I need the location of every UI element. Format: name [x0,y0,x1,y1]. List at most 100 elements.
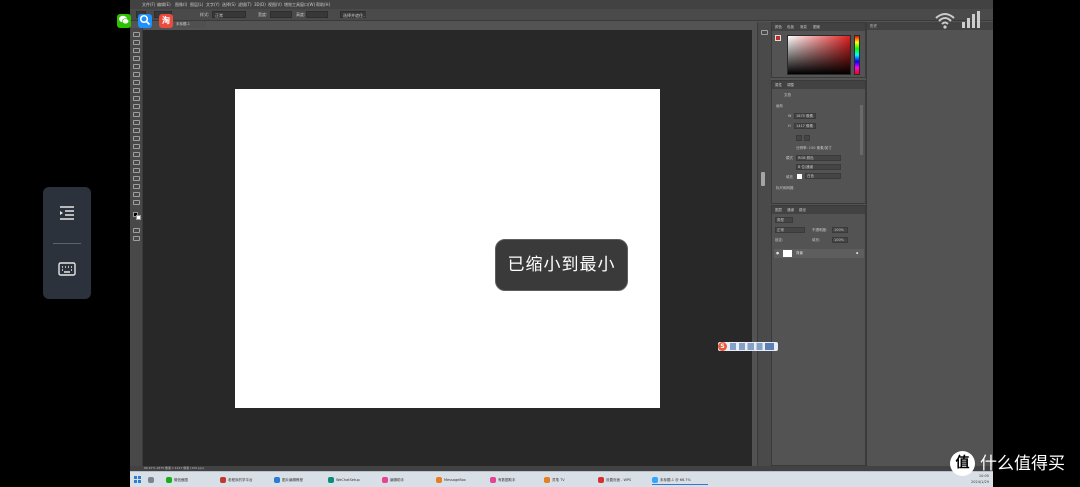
menu-plugins[interactable]: 增效工具 [284,2,300,8]
menu-3d[interactable]: 3D(D) [254,2,266,7]
taskbar-item[interactable]: 微信截图 [166,475,216,485]
background-color-swatch[interactable] [136,215,141,220]
tab-history[interactable]: 历史 [870,24,877,29]
properties-scrollbar[interactable] [860,105,863,155]
remote-side-panel [43,187,91,299]
canvas-height-field[interactable]: 1417 像素 [794,123,816,129]
tab-swatches[interactable]: 色板 [787,25,794,30]
menu-edit[interactable]: 编辑(E) [157,2,171,8]
taskbar-item[interactable]: MessageBox [436,475,488,485]
type-tool-icon[interactable] [133,160,140,165]
fill-input[interactable]: 100% [832,237,848,243]
hue-slider[interactable] [854,35,860,75]
opacity-input[interactable]: 100% [832,227,848,233]
blend-mode-select[interactable]: 正常 [775,227,805,233]
tab-layers[interactable]: 图层 [775,208,782,213]
share-icon[interactable] [366,11,373,18]
taskbar-item[interactable]: 有数据助手 [490,475,542,485]
fill-select[interactable]: 白色 [805,173,841,179]
lasso-tool-icon[interactable] [133,48,140,53]
menu-toggle-icon[interactable] [55,203,79,227]
fill-color-swatch[interactable] [797,174,802,179]
orientation-landscape-button[interactable] [804,135,810,141]
tab-adjustments[interactable]: 调整 [787,83,794,88]
quick-select-tool-icon[interactable] [133,56,140,61]
task-view-icon[interactable] [148,475,156,485]
taobao-icon[interactable]: 淘 [159,14,173,28]
tab-channels[interactable]: 通道 [787,208,794,213]
sogou-ime-icon[interactable]: S [718,342,727,351]
bit-depth-select[interactable]: 8 位/通道 [796,164,841,170]
blur-tool-icon[interactable] [133,136,140,141]
tab-color[interactable]: 颜色 [775,25,782,30]
history-panel-icon[interactable] [761,30,768,35]
path-select-tool-icon[interactable] [133,168,140,173]
width-input[interactable] [270,11,292,18]
brush-tool-icon[interactable] [133,96,140,101]
color-field[interactable] [787,35,851,75]
menu-select[interactable]: 选择(S) [222,2,236,8]
menu-type[interactable]: 文字(Y) [206,2,220,8]
marquee-tool-icon[interactable] [133,40,140,45]
menu-filter[interactable]: 滤镜(T) [238,2,252,8]
orientation-portrait-button[interactable] [796,135,802,141]
eraser-tool-icon[interactable] [133,120,140,125]
frame-tool-icon[interactable] [133,72,140,77]
canvas-width-field[interactable]: 1875 像素 [794,113,816,119]
taskbar-item[interactable]: 老程序的学平台 [220,475,272,485]
screen-mode-icon[interactable] [133,236,140,241]
zoom-tool-icon[interactable] [133,192,140,197]
menu-layer[interactable]: 图层(L) [190,2,203,8]
more-tools-icon[interactable] [133,200,140,205]
visibility-eye-icon[interactable]: ● [776,251,779,255]
quick-mask-icon[interactable] [133,228,140,233]
document-tab[interactable]: 未标题-1 [174,21,206,28]
clone-stamp-tool-icon[interactable] [133,104,140,109]
ime-tool-icons[interactable] [730,343,774,350]
wechat-icon[interactable] [117,14,131,28]
layer-row[interactable]: ● 背景 ▪ [774,249,864,258]
layers-panel-tabs: 图层 通道 路径 [772,206,865,214]
mode-select[interactable]: RGB 颜色 [796,155,841,161]
height-input[interactable] [306,11,328,18]
eyedropper-tool-icon[interactable] [133,80,140,85]
taskbar-item[interactable]: 图片编辑教程 [274,475,326,485]
pen-tool-icon[interactable] [133,152,140,157]
device-status-icons [934,10,982,30]
shape-tool-icon[interactable] [133,176,140,181]
width-label: 宽度: [258,12,268,17]
taskbar-item[interactable]: 灵笔 TV [544,475,596,485]
taskbar-item[interactable]: 编辑助手 [382,475,434,485]
tab-paths[interactable]: 路径 [799,208,806,213]
canvas-section-label: 画布 [776,104,783,108]
tab-properties[interactable]: 属性 [775,83,782,88]
healing-brush-tool-icon[interactable] [133,88,140,93]
menu-image[interactable]: 图像(I) [175,2,187,8]
gradient-tool-icon[interactable] [133,128,140,133]
current-color-swatch[interactable] [775,35,781,41]
taskbar-item[interactable]: 设置页面 - WPS [598,475,650,485]
keyboard-icon[interactable] [55,259,79,283]
windows-start-icon[interactable] [134,476,141,483]
dodge-tool-icon[interactable] [133,144,140,149]
style-select[interactable]: 正常 [212,11,246,18]
history-brush-tool-icon[interactable] [133,112,140,117]
hand-tool-icon[interactable] [133,184,140,189]
properties-title: 文档 [784,93,791,97]
menu-view[interactable]: 视图(V) [268,2,282,8]
lock-icon: ▪ [856,251,859,255]
layer-filter-kind[interactable]: 类型 [775,217,793,223]
move-tool-icon[interactable] [133,32,140,37]
panel-collapse-handle[interactable] [761,172,765,186]
tab-patterns[interactable]: 图案 [813,25,820,30]
menu-help[interactable]: 帮助(H) [316,2,330,8]
tab-gradients[interactable]: 渐变 [800,25,807,30]
taskbar-item-photoshop[interactable]: 未标题-1 @ 66.7% [652,475,708,485]
search-icon[interactable] [138,14,152,28]
ime-toolbar[interactable]: S [718,342,778,351]
windows-taskbar: 微信截图 老程序的学平台 图片编辑教程 WeChatSetup 编辑助手 Mes… [130,471,993,487]
taskbar-item[interactable]: WeChatSetup [328,475,380,485]
menu-window[interactable]: 窗口(W) [300,2,315,8]
menu-file[interactable]: 文件(F) [142,2,155,8]
crop-tool-icon[interactable] [133,64,140,69]
